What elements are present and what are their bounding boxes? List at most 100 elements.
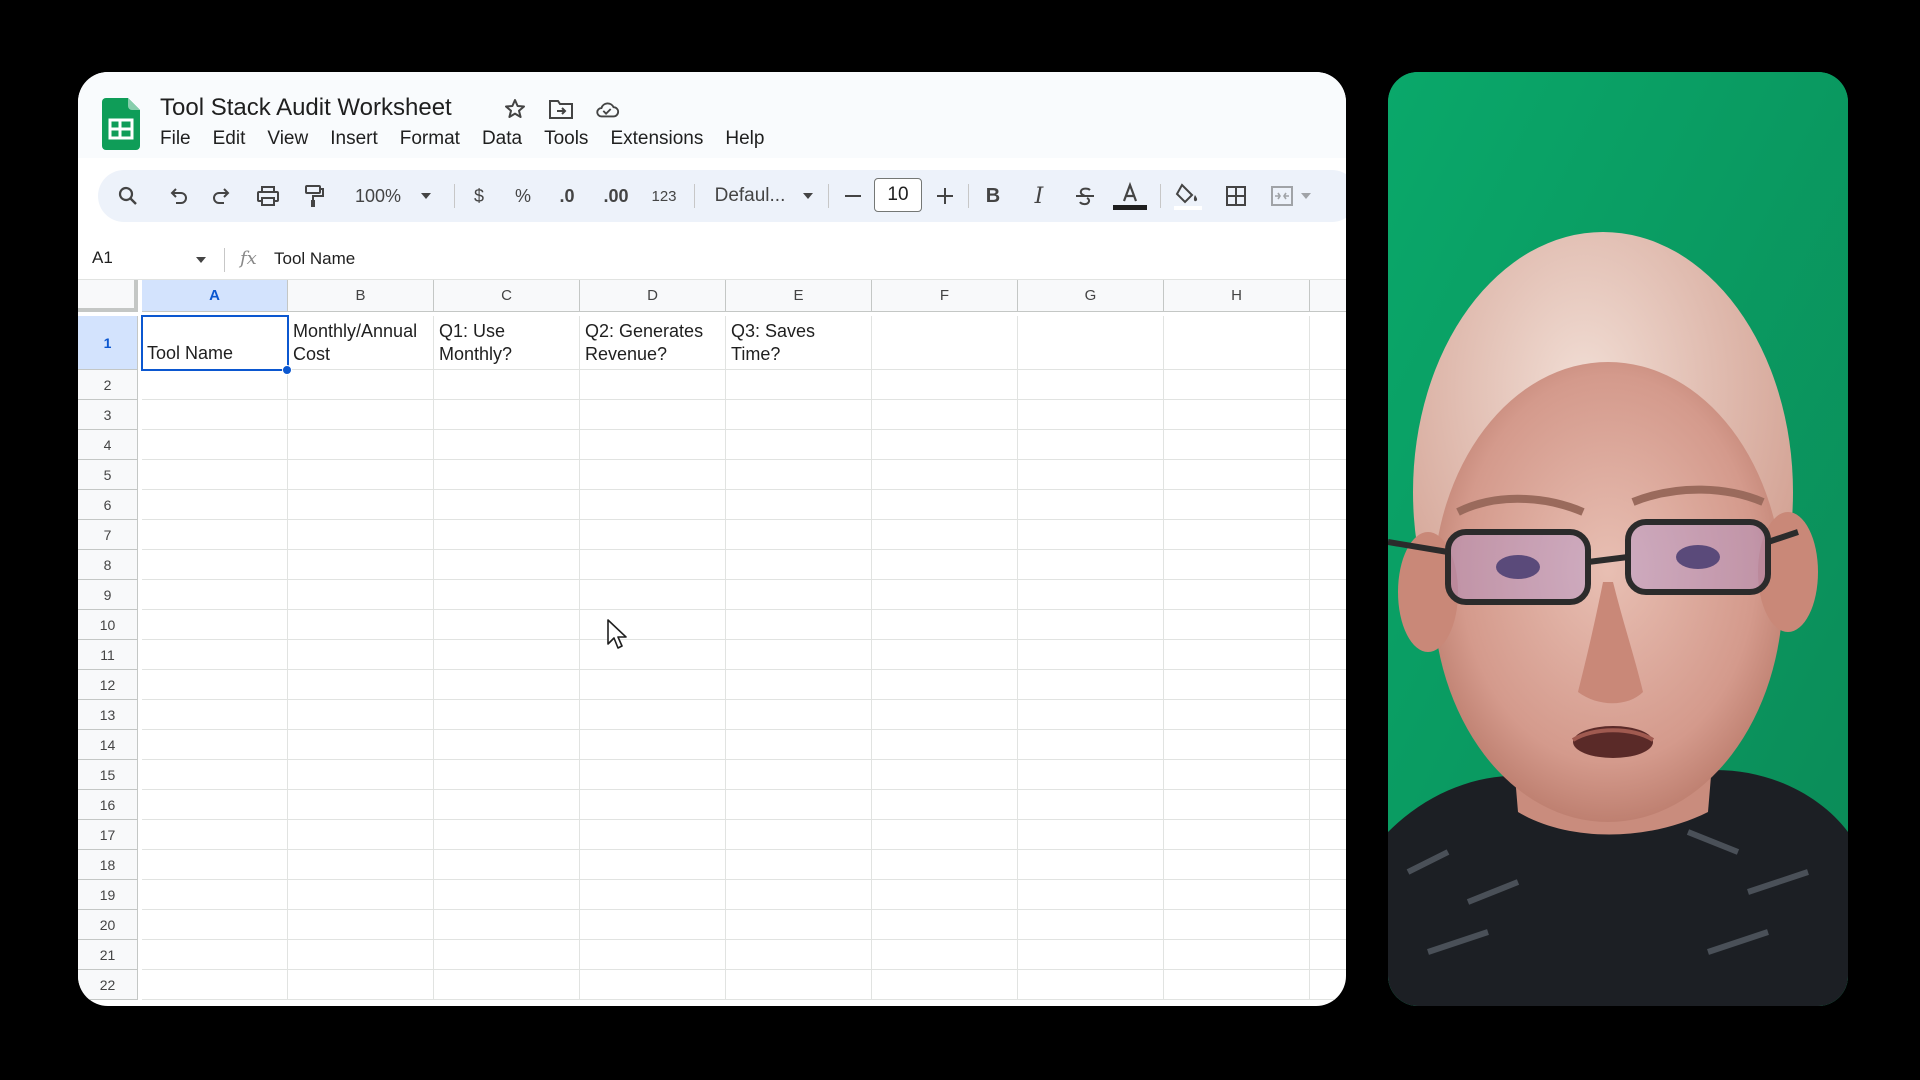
cell-d16[interactable]: [580, 790, 726, 820]
cell-c4[interactable]: [434, 430, 580, 460]
cell-i2[interactable]: [1310, 370, 1346, 400]
cell-b10[interactable]: [288, 610, 434, 640]
cell-e17[interactable]: [726, 820, 872, 850]
fill-color-icon[interactable]: [1170, 170, 1206, 222]
cell-b3[interactable]: [288, 400, 434, 430]
cell-a15[interactable]: [142, 760, 288, 790]
cell-a11[interactable]: [142, 640, 288, 670]
cell-d18[interactable]: [580, 850, 726, 880]
redo-icon[interactable]: [206, 170, 238, 222]
cell-e11[interactable]: [726, 640, 872, 670]
cell-d11[interactable]: [580, 640, 726, 670]
fill-handle[interactable]: [282, 365, 292, 375]
cell-f11[interactable]: [872, 640, 1018, 670]
cell-f4[interactable]: [872, 430, 1018, 460]
cell-h10[interactable]: [1164, 610, 1310, 640]
cell-g1[interactable]: [1018, 316, 1164, 370]
cell-f19[interactable]: [872, 880, 1018, 910]
italic-button[interactable]: I: [1024, 170, 1054, 222]
cell-d17[interactable]: [580, 820, 726, 850]
cell-i17[interactable]: [1310, 820, 1346, 850]
cell-e19[interactable]: [726, 880, 872, 910]
name-box-chevron-down-icon[interactable]: [194, 250, 208, 270]
row-header-15[interactable]: 15: [78, 760, 138, 790]
cell-a4[interactable]: [142, 430, 288, 460]
cell-g14[interactable]: [1018, 730, 1164, 760]
strikethrough-icon[interactable]: [1070, 170, 1100, 222]
cell-e1[interactable]: Q3: Saves Time?: [726, 316, 872, 370]
cell-g18[interactable]: [1018, 850, 1164, 880]
cell-f10[interactable]: [872, 610, 1018, 640]
bold-button[interactable]: B: [978, 170, 1008, 222]
google-sheets-logo-icon[interactable]: [102, 98, 140, 150]
cell-e12[interactable]: [726, 670, 872, 700]
cell-a5[interactable]: [142, 460, 288, 490]
menu-tools[interactable]: Tools: [544, 128, 588, 150]
cell-i9[interactable]: [1310, 580, 1346, 610]
cell-h2[interactable]: [1164, 370, 1310, 400]
cell-i16[interactable]: [1310, 790, 1346, 820]
cell-h15[interactable]: [1164, 760, 1310, 790]
cell-i21[interactable]: [1310, 940, 1346, 970]
name-box[interactable]: A1: [92, 248, 113, 268]
search-menus-icon[interactable]: [112, 170, 144, 222]
row-header-9[interactable]: 9: [78, 580, 138, 610]
cell-c18[interactable]: [434, 850, 580, 880]
cell-e15[interactable]: [726, 760, 872, 790]
zoom-chevron-down-icon[interactable]: [416, 170, 436, 222]
cell-i11[interactable]: [1310, 640, 1346, 670]
row-header-21[interactable]: 21: [78, 940, 138, 970]
row-header-19[interactable]: 19: [78, 880, 138, 910]
cell-d14[interactable]: [580, 730, 726, 760]
cell-i14[interactable]: [1310, 730, 1346, 760]
column-header-e[interactable]: E: [726, 280, 872, 312]
cell-g2[interactable]: [1018, 370, 1164, 400]
print-icon[interactable]: [252, 170, 284, 222]
cell-d19[interactable]: [580, 880, 726, 910]
cell-f2[interactable]: [872, 370, 1018, 400]
cell-d5[interactable]: [580, 460, 726, 490]
cell-a3[interactable]: [142, 400, 288, 430]
decrease-font-size-icon[interactable]: [838, 170, 868, 222]
cell-h20[interactable]: [1164, 910, 1310, 940]
cell-e10[interactable]: [726, 610, 872, 640]
cell-b11[interactable]: [288, 640, 434, 670]
cell-h22[interactable]: [1164, 970, 1310, 1000]
cell-c5[interactable]: [434, 460, 580, 490]
cell-b18[interactable]: [288, 850, 434, 880]
cell-i18[interactable]: [1310, 850, 1346, 880]
cell-i5[interactable]: [1310, 460, 1346, 490]
cell-b9[interactable]: [288, 580, 434, 610]
row-header-10[interactable]: 10: [78, 610, 138, 640]
font-size-input[interactable]: 10: [874, 178, 922, 212]
cell-d4[interactable]: [580, 430, 726, 460]
cell-c14[interactable]: [434, 730, 580, 760]
borders-icon[interactable]: [1220, 170, 1252, 222]
cell-f21[interactable]: [872, 940, 1018, 970]
cell-a19[interactable]: [142, 880, 288, 910]
menu-edit[interactable]: Edit: [213, 128, 246, 150]
cell-c6[interactable]: [434, 490, 580, 520]
cell-h8[interactable]: [1164, 550, 1310, 580]
cell-d8[interactable]: [580, 550, 726, 580]
cell-b16[interactable]: [288, 790, 434, 820]
font-chevron-down-icon[interactable]: [798, 170, 818, 222]
column-header-b[interactable]: B: [288, 280, 434, 312]
cell-h19[interactable]: [1164, 880, 1310, 910]
currency-format-button[interactable]: $: [464, 170, 494, 222]
cell-e3[interactable]: [726, 400, 872, 430]
row-header-3[interactable]: 3: [78, 400, 138, 430]
cell-i7[interactable]: [1310, 520, 1346, 550]
column-header-g[interactable]: G: [1018, 280, 1164, 312]
cell-f8[interactable]: [872, 550, 1018, 580]
cell-g22[interactable]: [1018, 970, 1164, 1000]
row-header-7[interactable]: 7: [78, 520, 138, 550]
cell-a13[interactable]: [142, 700, 288, 730]
row-header-5[interactable]: 5: [78, 460, 138, 490]
menu-file[interactable]: File: [160, 128, 191, 150]
cell-f17[interactable]: [872, 820, 1018, 850]
column-header-a[interactable]: A: [142, 280, 288, 312]
cell-d3[interactable]: [580, 400, 726, 430]
cell-h17[interactable]: [1164, 820, 1310, 850]
cell-a8[interactable]: [142, 550, 288, 580]
